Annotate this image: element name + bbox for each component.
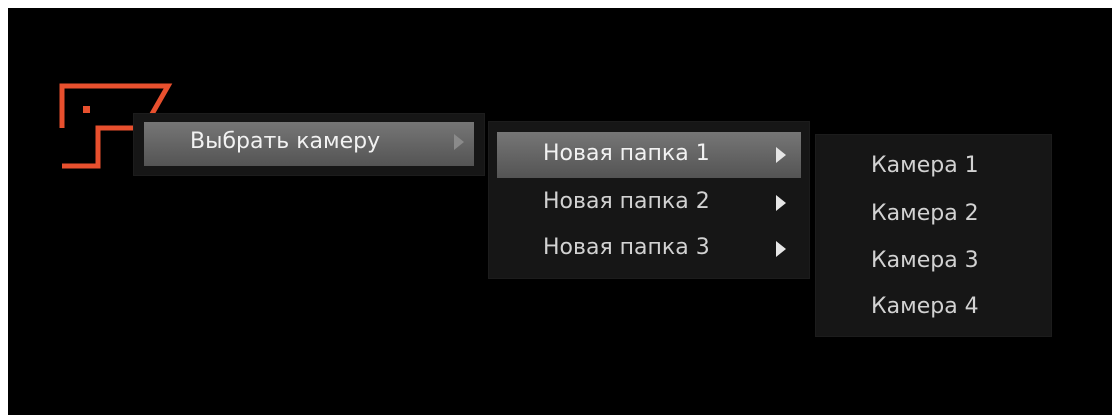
menu-item-select-camera[interactable]: Выбрать камеру xyxy=(144,122,474,166)
chevron-right-icon xyxy=(454,134,464,150)
chevron-right-icon xyxy=(776,147,786,163)
submenu-item-label: Новая папка 2 xyxy=(543,189,710,214)
camera-item-4[interactable]: Камера 4 xyxy=(826,286,1041,330)
camera-item-1[interactable]: Камера 1 xyxy=(826,145,1041,189)
chevron-right-icon xyxy=(776,195,786,211)
camera-item-label: Камера 4 xyxy=(871,294,979,319)
submenu-item-folder-2[interactable]: Новая папка 2 xyxy=(497,180,801,226)
camera-item-label: Камера 3 xyxy=(871,248,979,273)
chevron-right-icon xyxy=(776,241,786,257)
camera-item-label: Камера 2 xyxy=(871,201,979,226)
camera-item-2[interactable]: Камера 2 xyxy=(826,193,1041,237)
submenu-item-label: Новая папка 1 xyxy=(543,141,710,166)
submenu-item-label: Новая папка 3 xyxy=(543,235,710,260)
submenu-item-folder-1[interactable]: Новая папка 1 xyxy=(497,132,801,178)
camera-item-3[interactable]: Камера 3 xyxy=(826,240,1041,284)
camera-item-label: Камера 1 xyxy=(871,153,979,178)
submenu-item-folder-3[interactable]: Новая папка 3 xyxy=(497,226,801,272)
menu-item-label: Выбрать камеру xyxy=(190,129,381,154)
